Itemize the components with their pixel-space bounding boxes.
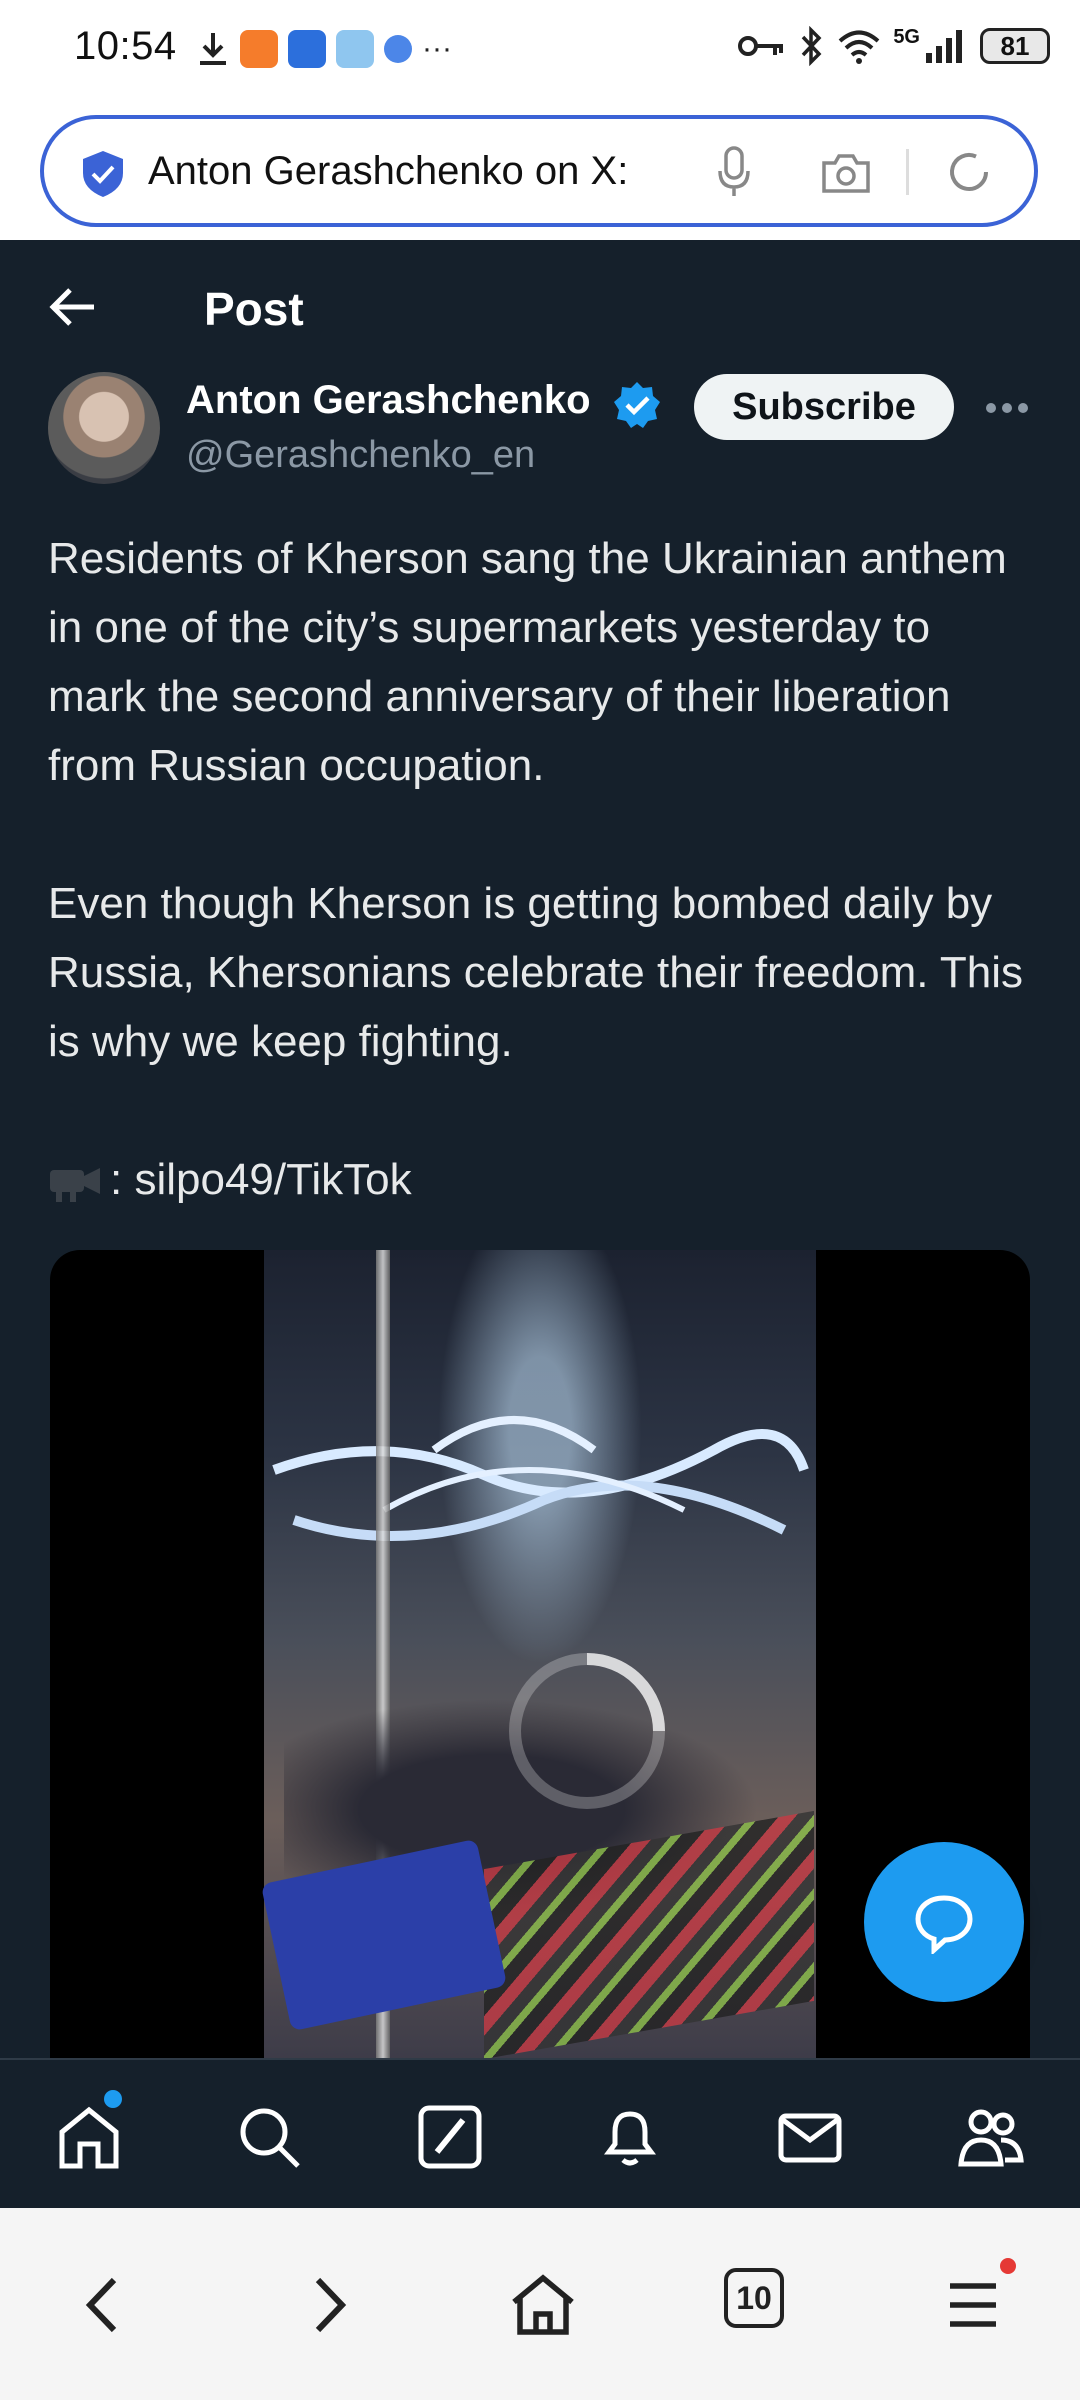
menu-notification-dot [1000, 2258, 1016, 2274]
subscribe-button[interactable]: Subscribe [694, 374, 954, 440]
vpn-key-icon [738, 36, 784, 56]
signal-icon [926, 30, 962, 63]
communities-icon[interactable] [955, 2102, 1025, 2172]
messages-icon[interactable] [775, 2102, 845, 2172]
browser-home-icon[interactable] [508, 2270, 578, 2340]
post-header: Post [0, 240, 1080, 375]
microphone-icon[interactable] [716, 145, 752, 199]
search-icon[interactable] [234, 2102, 304, 2172]
verified-badge-icon [614, 382, 660, 428]
reply-fab-button[interactable] [864, 1842, 1024, 2002]
app-bottom-nav [0, 2058, 1080, 2210]
video-source-text: : silpo49/TikTok [110, 1155, 412, 1204]
tweet-text: Residents of Kherson sang the Ukrainian … [48, 524, 1038, 1214]
download-icon [200, 33, 226, 65]
compose-icon[interactable] [415, 2102, 485, 2172]
weather-app-icon [336, 30, 374, 68]
camera-icon[interactable] [820, 151, 872, 195]
shield-icon[interactable] [80, 149, 126, 199]
url-bar-container: Anton Gerashchenko on X: [0, 105, 1080, 240]
tweet-paragraph-1: Residents of Kherson sang the Ukrainian … [48, 534, 1007, 790]
browser-back-icon[interactable] [70, 2270, 140, 2340]
notifications-icon[interactable] [595, 2102, 665, 2172]
tweet-paragraph-2: Even though Kherson is getting bombed da… [48, 879, 1024, 1066]
globe-app-icon [384, 35, 412, 63]
notification-icons: ··· [196, 30, 452, 68]
network-type: 5G [893, 26, 920, 48]
system-status-icons: 5G 81 [737, 26, 1050, 66]
more-options-icon[interactable] [984, 400, 1030, 416]
back-arrow-icon[interactable] [48, 284, 98, 330]
browser-forward-icon[interactable] [292, 2270, 362, 2340]
chat-bubble-icon [915, 1895, 973, 1954]
airline-app-icon [288, 30, 326, 68]
page-title: Post [204, 283, 304, 335]
status-bar: 10:54 ··· 5G 81 [0, 0, 1080, 105]
url-separator [906, 149, 909, 195]
browser-menu-icon[interactable] [938, 2270, 1008, 2340]
play-app-icon [240, 30, 278, 68]
reload-icon[interactable] [946, 149, 992, 195]
more-notifications-icon: ··· [422, 32, 452, 65]
video-camera-icon [50, 1167, 100, 1202]
home-icon[interactable] [54, 2102, 124, 2172]
battery-indicator: 81 [980, 28, 1050, 64]
status-time: 10:54 [74, 24, 177, 68]
browser-bottom-bar [0, 2208, 1080, 2400]
url-text[interactable]: Anton Gerashchenko on X: [148, 149, 628, 194]
ceiling-light-graphic [272, 1416, 809, 1541]
video-source: : silpo49/TikTok [48, 1145, 1038, 1214]
wifi-icon [838, 30, 880, 64]
author-name[interactable]: Anton Gerashchenko [186, 378, 591, 423]
author-handle[interactable]: @Gerashchenko_en [186, 434, 535, 477]
tabs-button[interactable]: 10 [724, 2268, 784, 2328]
loading-spinner-icon [509, 1653, 665, 1809]
url-bar[interactable]: Anton Gerashchenko on X: [40, 115, 1038, 227]
bluetooth-icon [802, 26, 822, 66]
home-notification-dot [104, 2090, 122, 2108]
avatar[interactable] [48, 372, 160, 484]
